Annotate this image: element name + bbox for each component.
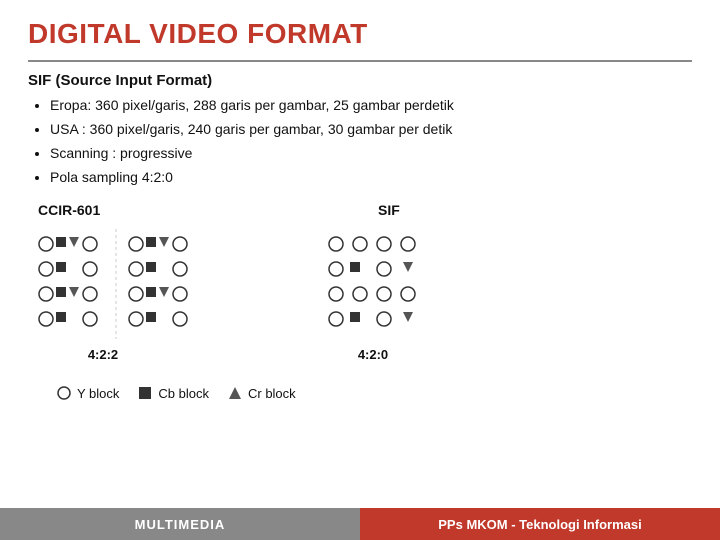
- footer: MULTIMEDIA PPs MKOM - Teknologi Informas…: [0, 508, 720, 540]
- y-block-label: Y block: [77, 386, 119, 401]
- y-circle-icon: [56, 385, 72, 401]
- cr-triangle-icon: [227, 385, 243, 401]
- footer-right: PPs MKOM - Teknologi Informasi: [360, 508, 720, 540]
- svg-text:4:2:2: 4:2:2: [88, 347, 118, 362]
- bullet-4: Pola sampling 4:2:0: [50, 167, 692, 188]
- legend-cr: Cr block: [227, 385, 296, 401]
- sif-diagram: SIF: [318, 202, 588, 379]
- sif-grid: 4:2:0: [318, 224, 588, 379]
- page: DIGITAL VIDEO FORMAT SIF (Source Input F…: [0, 0, 720, 540]
- ccir-label: CCIR-601: [38, 202, 100, 218]
- sif-label: SIF: [378, 202, 400, 218]
- legend-row: Y block Cb block Cr block: [56, 385, 692, 401]
- svg-text:4:2:0: 4:2:0: [358, 347, 388, 362]
- ccir-grid: 4:2:2: [28, 224, 298, 379]
- page-title: DIGITAL VIDEO FORMAT: [28, 18, 692, 50]
- bullet-1: Eropa: 360 pixel/garis, 288 garis per ga…: [50, 95, 692, 116]
- section-subtitle: SIF (Source Input Format): [28, 72, 692, 89]
- footer-left: MULTIMEDIA: [0, 508, 360, 540]
- bullet-2: USA : 360 pixel/garis, 240 garis per gam…: [50, 119, 692, 140]
- bullet-list: Eropa: 360 pixel/garis, 288 garis per ga…: [50, 95, 692, 188]
- diagrams-area: CCIR-601: [28, 202, 692, 379]
- ccir-diagram: CCIR-601: [28, 202, 298, 379]
- cb-square-icon: [137, 385, 153, 401]
- legend-y: Y block: [56, 385, 119, 401]
- cr-block-label: Cr block: [248, 386, 296, 401]
- bullet-3: Scanning : progressive: [50, 143, 692, 164]
- legend-cb: Cb block: [137, 385, 209, 401]
- divider: [28, 60, 692, 62]
- cb-block-label: Cb block: [158, 386, 209, 401]
